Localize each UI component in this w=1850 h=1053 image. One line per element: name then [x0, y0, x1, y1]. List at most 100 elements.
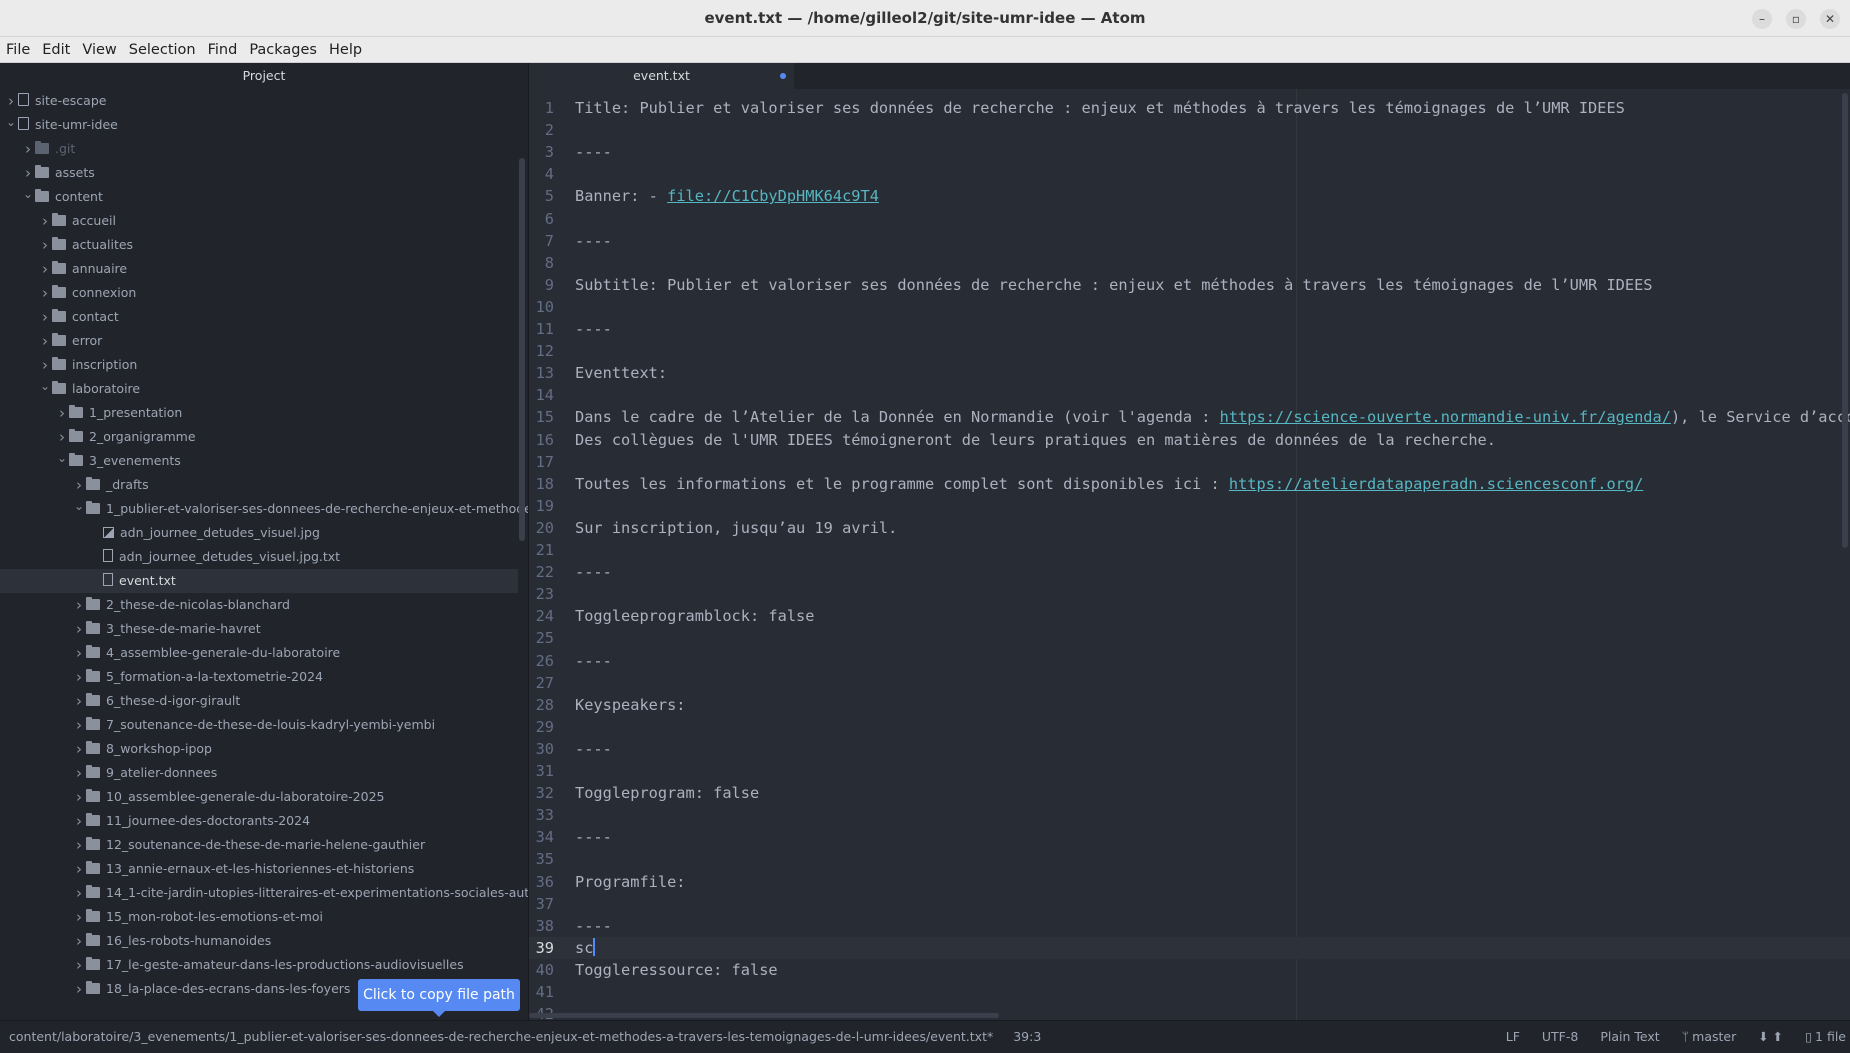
tree-folder-item[interactable]: › 8_workshop-ipop	[0, 737, 518, 761]
tree-folder-item[interactable]: › 17_le-geste-amateur-dans-les-production…	[0, 953, 518, 977]
menu-find[interactable]: Find	[202, 37, 244, 63]
tree-folder-item[interactable]: › 14_1-cite-jardin-utopies-litteraires-et…	[0, 881, 528, 905]
editor-line[interactable]: 41	[529, 981, 1850, 1003]
status-file-path[interactable]: content/laboratoire/3_evenements/1_publi…	[9, 1029, 993, 1044]
chevron-right-icon[interactable]: ›	[72, 953, 86, 977]
tree-folder-item[interactable]: › 7_soutenance-de-these-de-louis-kadryl-y…	[0, 713, 518, 737]
status-cursor-position[interactable]: 39:3	[1013, 1029, 1041, 1044]
editor-line[interactable]: 35	[529, 848, 1850, 870]
tree-folder-item[interactable]: › 2_organigramme	[0, 425, 518, 449]
chevron-right-icon[interactable]: ›	[38, 353, 52, 377]
editor-line[interactable]: 17	[529, 451, 1850, 473]
tree-folder-item[interactable]: ⌄ 3_evenements	[0, 449, 518, 473]
tree-folder-item[interactable]: › 2_these-de-nicolas-blanchard	[0, 593, 518, 617]
menu-help[interactable]: Help	[323, 37, 368, 63]
editor-line[interactable]: 18 Toutes les informations et le programm…	[529, 473, 1850, 495]
maximize-button[interactable]: ▫	[1786, 9, 1806, 29]
editor-line[interactable]: 9 Subtitle: Publier et valoriser ses donn…	[529, 274, 1850, 296]
editor-line[interactable]: 29	[529, 716, 1850, 738]
chevron-right-icon[interactable]: ›	[21, 137, 35, 161]
tree-folder-item[interactable]: › annuaire	[0, 257, 518, 281]
tree-folder-item[interactable]: › inscription	[0, 353, 518, 377]
editor-line[interactable]: 31	[529, 760, 1850, 782]
tree-folder-item[interactable]: › 12_soutenance-de-these-de-marie-helene-…	[0, 833, 518, 857]
chevron-down-icon[interactable]: ⌄	[21, 185, 35, 203]
editor-line[interactable]: 11 ----	[529, 318, 1850, 340]
editor-line[interactable]: 36 Programfile:	[529, 871, 1850, 893]
editor-line[interactable]: 8	[529, 252, 1850, 274]
chevron-down-icon[interactable]: ⌄	[72, 497, 86, 515]
editor-line[interactable]: 19	[529, 495, 1850, 517]
editor-line[interactable]: 26 ----	[529, 650, 1850, 672]
tree-folder-item[interactable]: ⌄ laboratoire	[0, 377, 518, 401]
editor-line[interactable]: 3 ----	[529, 141, 1850, 163]
tree-folder-item[interactable]: › assets	[0, 161, 518, 185]
menu-file[interactable]: File	[0, 37, 36, 63]
tree-vertical-scrollbar[interactable]	[519, 158, 525, 541]
editor-line[interactable]: 34 ----	[529, 826, 1850, 848]
minimize-button[interactable]: –	[1752, 9, 1772, 29]
tree-folder-item[interactable]: › 1_presentation	[0, 401, 518, 425]
chevron-down-icon[interactable]: ⌄	[38, 377, 52, 395]
tree-folder-item[interactable]: › 10_assemblee-generale-du-laboratoire-20…	[0, 785, 518, 809]
chevron-right-icon[interactable]: ›	[72, 617, 86, 641]
editor-line[interactable]: 33	[529, 804, 1850, 826]
menu-packages[interactable]: Packages	[243, 37, 323, 63]
editor-line[interactable]: 7 ----	[529, 230, 1850, 252]
editor-line[interactable]: 4	[529, 163, 1850, 185]
chevron-right-icon[interactable]: ›	[72, 833, 86, 857]
chevron-right-icon[interactable]: ›	[72, 641, 86, 665]
editor-line[interactable]: 6	[529, 208, 1850, 230]
tree-folder-item[interactable]: › 4_assemblee-generale-du-laboratoire	[0, 641, 518, 665]
editor-line[interactable]: 5 Banner: - file://C1CbyDpHMK64c9T4	[529, 185, 1850, 207]
status-grammar[interactable]: Plain Text	[1600, 1029, 1659, 1044]
tree-folder-item[interactable]: › error	[0, 329, 518, 353]
editor-horizontal-scrollbar[interactable]	[529, 1013, 999, 1018]
chevron-right-icon[interactable]: ›	[72, 977, 86, 1001]
chevron-right-icon[interactable]: ›	[38, 233, 52, 257]
menu-view[interactable]: View	[76, 37, 122, 63]
editor-line[interactable]: 21	[529, 539, 1850, 561]
tree-folder-item[interactable]: ⌄ site-umr-idee	[0, 113, 518, 137]
chevron-right-icon[interactable]: ›	[72, 737, 86, 761]
editor-line[interactable]: 37	[529, 893, 1850, 915]
chevron-right-icon[interactable]: ›	[72, 689, 86, 713]
menu-edit[interactable]: Edit	[36, 37, 76, 63]
tree-folder-item[interactable]: › 6_these-d-igor-girault	[0, 689, 518, 713]
tree-file-item[interactable]: adn_journee_detudes_visuel.jpg	[0, 521, 518, 545]
tree-file-item[interactable]: event.txt	[0, 569, 518, 593]
editor-vertical-scrollbar[interactable]	[1842, 93, 1848, 548]
status-git-branch[interactable]: ᛘ master	[1682, 1029, 1737, 1044]
tree-folder-item[interactable]: › .git	[0, 137, 518, 161]
editor-line[interactable]: 10	[529, 296, 1850, 318]
editor-line[interactable]: 15 Dans le cadre de l’Atelier de la Donné…	[529, 406, 1850, 428]
chevron-right-icon[interactable]: ›	[38, 209, 52, 233]
chevron-right-icon[interactable]: ›	[38, 329, 52, 353]
editor-line[interactable]: 1 Title: Publier et valoriser ses données…	[529, 97, 1850, 119]
chevron-right-icon[interactable]: ›	[72, 665, 86, 689]
tree-folder-item[interactable]: › 5_formation-a-la-textometrie-2024	[0, 665, 518, 689]
tab-event-txt[interactable]: event.txt	[529, 63, 794, 89]
status-files[interactable]: ▯ 1 file	[1805, 1029, 1846, 1044]
chevron-right-icon[interactable]: ›	[72, 785, 86, 809]
tree-folder-item[interactable]: › actualites	[0, 233, 518, 257]
editor-line[interactable]: 40 Toggleressource: false	[529, 959, 1850, 981]
editor-line[interactable]: 28 Keyspeakers:	[529, 694, 1850, 716]
tree-folder-item[interactable]: › connexion	[0, 281, 518, 305]
chevron-right-icon[interactable]: ›	[72, 809, 86, 833]
editor-line[interactable]: 25	[529, 627, 1850, 649]
editor-line[interactable]: 27	[529, 672, 1850, 694]
editor-link[interactable]: https://science-ouverte.normandie-univ.f…	[1220, 408, 1671, 426]
tree-folder-item[interactable]: › 16_les-robots-humanoides	[0, 929, 518, 953]
chevron-right-icon[interactable]: ›	[55, 401, 69, 425]
tree-folder-item[interactable]: › contact	[0, 305, 518, 329]
chevron-right-icon[interactable]: ›	[72, 881, 86, 905]
tree-folder-item[interactable]: › 9_atelier-donnees	[0, 761, 518, 785]
chevron-right-icon[interactable]: ›	[72, 761, 86, 785]
tree-folder-item[interactable]: › accueil	[0, 209, 518, 233]
close-button[interactable]: ✕	[1820, 9, 1840, 29]
tree-folder-item[interactable]: › site-escape	[0, 89, 518, 113]
tree-folder-item[interactable]: › 3_these-de-marie-havret	[0, 617, 518, 641]
editor-line[interactable]: 39 sc	[529, 936, 1850, 959]
chevron-right-icon[interactable]: ›	[4, 89, 18, 113]
